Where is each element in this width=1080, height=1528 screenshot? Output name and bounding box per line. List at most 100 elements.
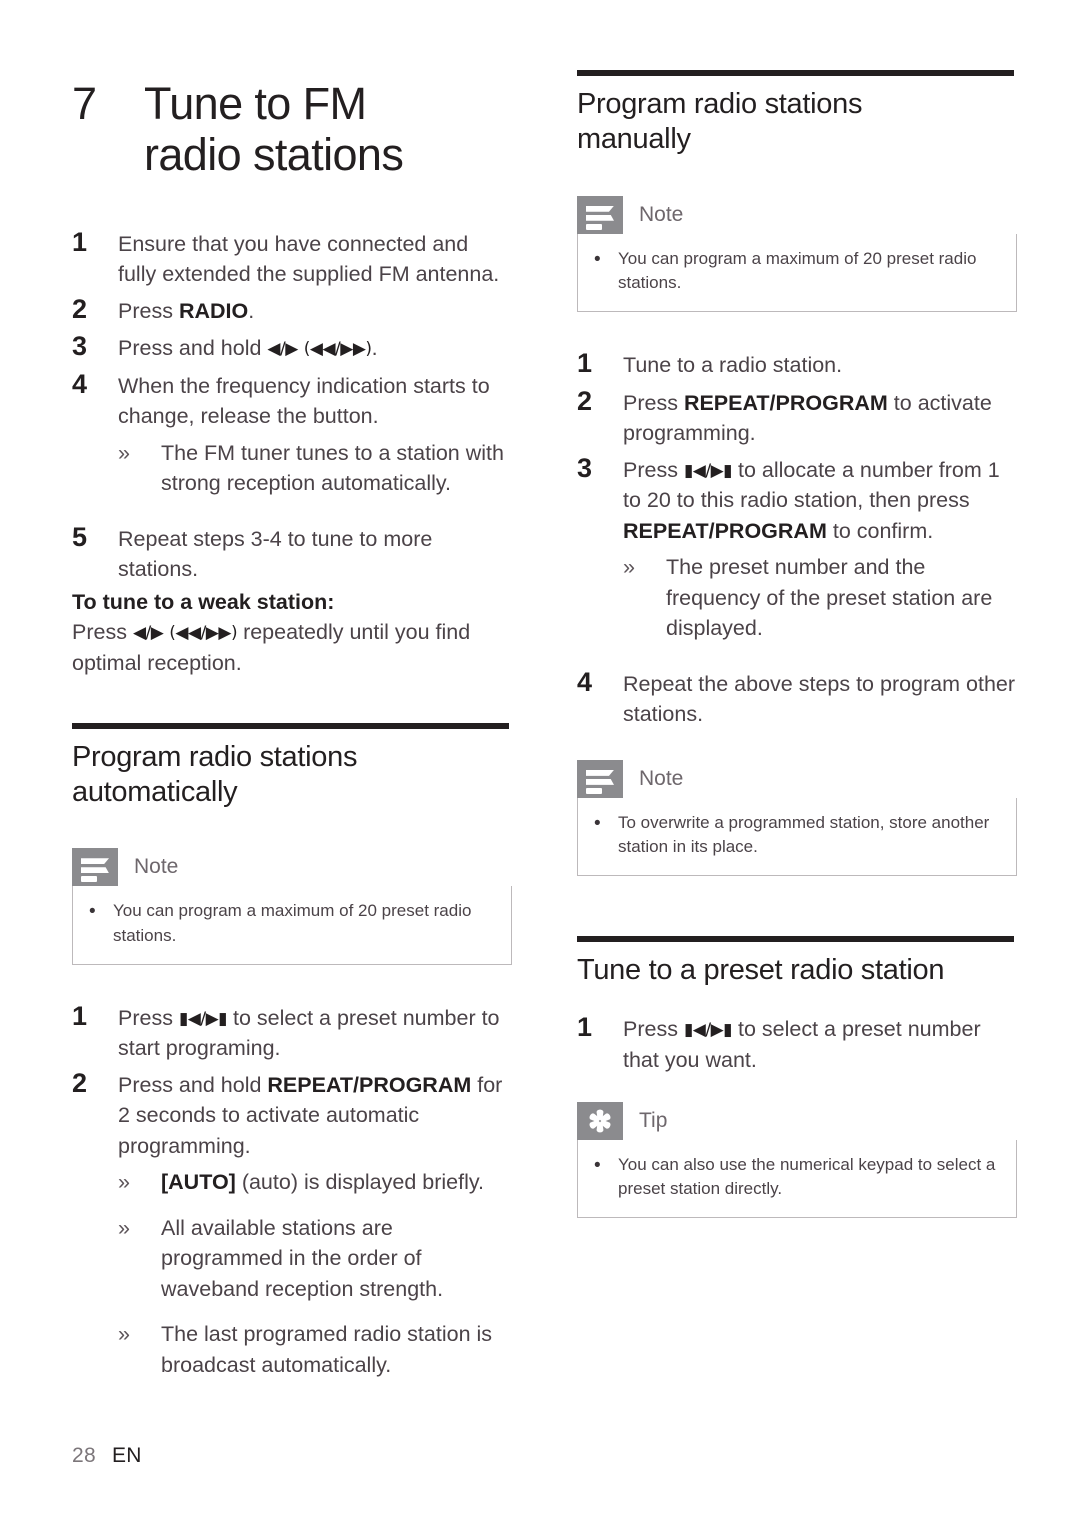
tip-callout-body: • You can also use the numerical keypad … <box>577 1139 1017 1218</box>
step-number: 2 <box>72 1067 87 1098</box>
step-item: 3 Press ▮◀/▶▮ to allocate a number from … <box>577 451 1017 547</box>
step-text-pre: Press and hold <box>118 1072 268 1097</box>
section-heading-line2: automatically <box>72 775 238 808</box>
step-text: Press ▮◀/▶▮ to select a preset number to… <box>118 999 512 1064</box>
step-text-pre: Press and hold <box>118 336 268 361</box>
sub-bullet-marker: » <box>623 555 635 580</box>
note-text: To overwrite a programmed station, store… <box>618 812 990 857</box>
bullet-icon: • <box>594 248 601 270</box>
sub-bullet-text: All available stations are programmed in… <box>161 1215 444 1301</box>
step-item: 1 Ensure that you have connected and ful… <box>72 225 512 290</box>
note-bullet-row: • You can program a maximum of 20 preset… <box>594 247 1000 296</box>
note-callout: Note • You can program a maximum of 20 p… <box>577 195 1017 313</box>
chapter-title-line1: Tune to FM <box>144 78 367 129</box>
step-text-post: . <box>248 298 255 323</box>
step-item: 2 Press REPEAT/PROGRAM to activate progr… <box>577 384 1017 449</box>
step-text-pre: Press <box>623 1017 684 1042</box>
sub-bullet-marker: » <box>118 440 130 465</box>
sub-bullet-text: The last programed radio station is broa… <box>161 1322 493 1377</box>
left-column: 7 Tune to FM radio stations 1 Ensure tha… <box>72 0 512 1381</box>
note-icon <box>577 195 623 234</box>
display-value-auto: [AUTO] <box>161 1170 236 1195</box>
skip-prev-next-icon: ▮◀/▶▮ <box>683 460 733 481</box>
tip-callout-label: Tip <box>639 1108 668 1132</box>
step-item: 5 Repeat steps 3-4 to tune to more stati… <box>72 520 512 585</box>
sub-bullet-item: » [AUTO] (auto) is displayed briefly. <box>118 1163 512 1198</box>
chapter-title-block: 7 Tune to FM radio stations <box>72 78 512 181</box>
step-text-pre: Press <box>623 390 684 415</box>
sub-bullet-text: [AUTO] (auto) is displayed briefly. <box>161 1163 512 1198</box>
step-text: Press RADIO. <box>118 292 512 327</box>
note-callout-label: Note <box>639 202 684 226</box>
step-text: Press ▮◀/▶▮ to select a preset number th… <box>623 1010 1017 1075</box>
step-text: Press ▮◀/▶▮ to allocate a number from 1 … <box>623 451 1017 547</box>
step-number: 3 <box>72 331 87 362</box>
sub-bullet-item: » The preset number and the frequency of… <box>623 548 1017 644</box>
note-callout-header: Note <box>72 848 512 887</box>
sub-bullet-item: » The last programed radio station is br… <box>118 1315 512 1380</box>
tip-text: You can also use the numerical keypad to… <box>618 1154 996 1199</box>
step-text: When the frequency indication starts to … <box>118 373 490 429</box>
section-rule <box>577 936 1014 943</box>
note-text: You can program a maximum of 20 preset r… <box>113 901 472 945</box>
section-heading-manual: Program radio stations manually <box>577 87 1017 158</box>
sub-bullet-item: » All available stations are programmed … <box>118 1209 512 1305</box>
footer-page-number: 28 <box>72 1444 96 1467</box>
weak-station-heading: To tune to a weak station: <box>72 589 335 614</box>
step-item: 3 Press and hold ◀/▶ (◀◀/▶▶). <box>72 329 512 365</box>
button-name-radio: RADIO <box>178 298 249 323</box>
sub-bullet-marker: » <box>118 1215 130 1240</box>
section-heading-line1: Program radio stations <box>72 740 358 773</box>
prev-next-icon: ◀/▶ <box>267 339 298 360</box>
section-rule <box>577 70 1014 76</box>
note-callout-body: • You can program a maximum of 20 preset… <box>577 233 1017 313</box>
step-item: 1 Press ▮◀/▶▮ to select a preset number … <box>72 999 512 1064</box>
tip-callout-header: Tip <box>577 1101 1017 1140</box>
prev-next-icon: ◀/▶ <box>132 623 164 644</box>
weak-station-paragraph: Press ◀/▶ (◀◀/▶▶) repeatedly until you f… <box>72 617 512 678</box>
step-text-post: . <box>371 336 378 361</box>
step-text: Press and hold REPEAT/PROGRAM for 2 seco… <box>118 1066 512 1162</box>
page-footer: 28 EN <box>72 1444 142 1468</box>
step-text: Repeat steps 3-4 to tune to more station… <box>118 526 433 582</box>
sub-bullet-text: The preset number and the frequency of t… <box>666 555 993 641</box>
note-callout-body: • You can program a maximum of 20 preset… <box>72 886 512 965</box>
bullet-icon: • <box>594 1154 601 1176</box>
step-number: 2 <box>72 293 87 324</box>
step-text: Press and hold ◀/▶ (◀◀/▶▶). <box>118 329 512 364</box>
sub-bullet-marker: » <box>118 1170 130 1195</box>
note-bullet-row: • To overwrite a programmed station, sto… <box>594 811 1000 860</box>
step-text-post: to confirm. <box>826 518 934 543</box>
step-item: 2 Press RADIO. <box>72 292 512 328</box>
button-name-repeat-program: REPEAT/PROGRAM <box>623 518 827 543</box>
note-callout-header: Note <box>577 759 1017 798</box>
sub-bullet-rest: (auto) is displayed briefly. <box>235 1170 484 1195</box>
note-callout: Note • You can program a maximum of 20 p… <box>72 848 512 965</box>
step-text: Press REPEAT/PROGRAM to activate program… <box>623 384 1017 449</box>
note-icon <box>72 848 118 887</box>
sub-bullet-marker: » <box>118 1322 130 1347</box>
sub-bullet-item: » The FM tuner tunes to a station with s… <box>118 434 512 499</box>
skip-prev-next-icon: ▮◀/▶▮ <box>683 1020 733 1041</box>
step-number: 3 <box>577 452 592 483</box>
step-item: 4 Repeat the above steps to program othe… <box>577 665 1017 730</box>
note-callout-body: • To overwrite a programmed station, sto… <box>577 797 1017 877</box>
step-number: 4 <box>577 666 592 697</box>
button-name-repeat-program: REPEAT/PROGRAM <box>683 390 888 415</box>
rewind-forward-icon: (◀◀/▶▶) <box>169 623 238 644</box>
step-text: Tune to a radio station. <box>623 353 843 378</box>
bullet-icon: • <box>89 901 96 923</box>
section-rule <box>72 722 509 729</box>
step-number: 4 <box>72 368 87 399</box>
button-name-repeat-program: REPEAT/PROGRAM <box>267 1072 472 1097</box>
rewind-forward-icon: (◀◀/▶▶) <box>303 339 372 360</box>
skip-prev-next-icon: ▮◀/▶▮ <box>178 1008 228 1029</box>
step-number: 1 <box>577 1012 592 1043</box>
step-item: 2 Press and hold REPEAT/PROGRAM for 2 se… <box>72 1066 512 1162</box>
note-icon <box>577 759 623 798</box>
step-text: Repeat the above steps to program other … <box>623 671 1016 727</box>
step-item: 1 Tune to a radio station. <box>577 346 1017 382</box>
step-text-pre: Press <box>118 298 179 323</box>
step-number: 2 <box>577 385 592 416</box>
chapter-number: 7 <box>72 78 97 129</box>
